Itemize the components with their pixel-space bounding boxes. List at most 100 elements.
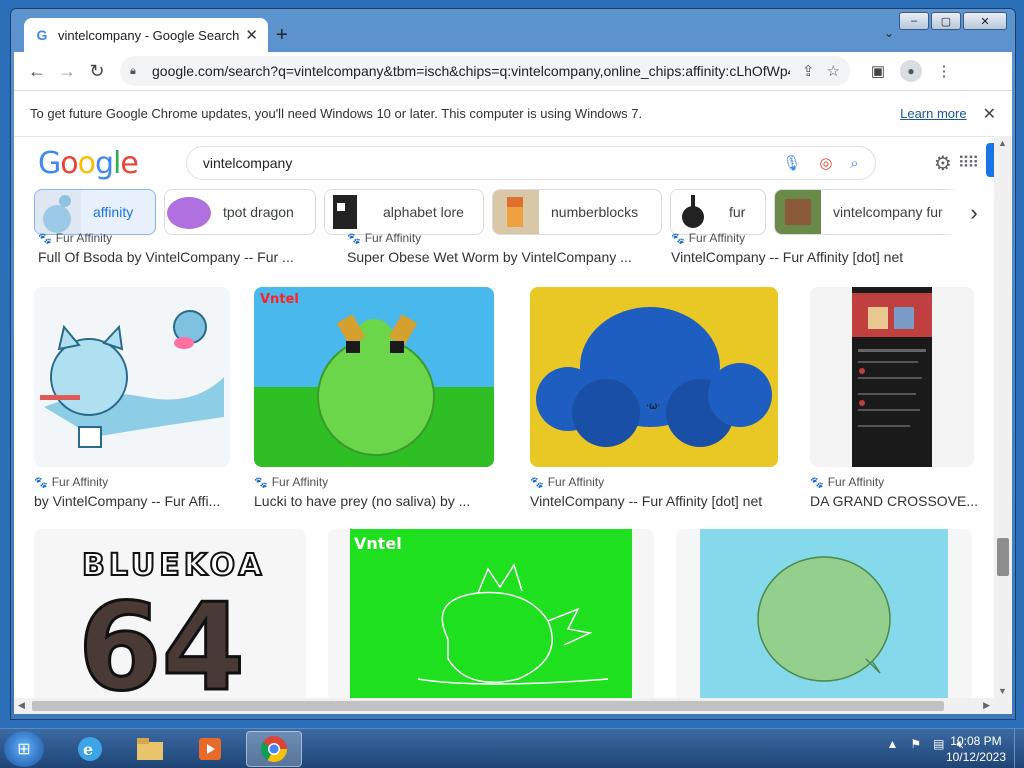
scroll-up-icon[interactable]: ▲: [998, 138, 1007, 148]
page-content: Google vintelcompany 🎙︎ ◎ ⌕ ⚙ ⠿⠿ affinit…: [14, 136, 994, 698]
close-tab-icon[interactable]: ✕: [245, 26, 258, 44]
google-logo[interactable]: Google: [38, 146, 139, 181]
tab-strip: G vintelcompany - Google Search ✕ + ⌄: [14, 8, 1012, 52]
menu-kebab-icon[interactable]: ⋮: [932, 59, 956, 83]
scroll-right-icon[interactable]: ▶: [983, 700, 990, 711]
filter-chips: affinity tpot dragon alphabet lore numbe…: [34, 189, 994, 237]
result-item[interactable]: 🐾 Fur Affinity VintelCompany -- Fur Affin…: [671, 231, 971, 265]
result-image[interactable]: [676, 529, 972, 698]
paw-icon: 🐾: [254, 476, 268, 489]
result-item[interactable]: BLUEKOA 64: [34, 529, 310, 698]
clock-date: 10/12/2023: [945, 750, 1006, 764]
vintel-logo: Vntel: [260, 292, 299, 307]
search-box[interactable]: vintelcompany 🎙︎ ◎ ⌕: [185, 146, 876, 180]
search-icon[interactable]: ⌕: [850, 155, 858, 172]
chip-alphabet-lore[interactable]: alphabet lore: [324, 189, 484, 235]
svg-text:·ω·: ·ω·: [646, 401, 661, 412]
result-item[interactable]: Vntel 🐾 Fur Affinity Lucki to have prey (…: [254, 287, 504, 509]
result-item[interactable]: 🐾 Fur Affinity Super Obese Wet Worm by Vi…: [347, 231, 647, 265]
scroll-left-icon[interactable]: ◀: [18, 700, 25, 711]
internet-explorer-icon[interactable]: e: [62, 731, 118, 767]
clock[interactable]: 10:08 PM 10/12/2023: [946, 733, 1006, 765]
result-source: 🐾 Fur Affinity: [671, 231, 746, 245]
result-caption[interactable]: Full Of Bsoda by VintelCompany -- Fur ..…: [38, 249, 328, 265]
microphone-icon[interactable]: 🎙︎: [782, 154, 801, 172]
paw-icon: 🐾: [810, 476, 824, 489]
lock-icon[interactable]: 🔒︎: [130, 65, 142, 77]
result-caption[interactable]: DA GRAND CROSSOVE...: [810, 493, 980, 509]
new-tab-button[interactable]: +: [276, 24, 288, 47]
profile-avatar[interactable]: ●: [900, 60, 922, 82]
result-image[interactable]: [34, 287, 230, 467]
result-caption[interactable]: VintelCompany -- Fur Affinity [dot] net: [671, 249, 971, 265]
chip-label: affinity: [93, 204, 134, 220]
clock-time: 10:08 PM: [950, 734, 1002, 748]
back-button[interactable]: ←: [22, 56, 52, 86]
bookmark-star-icon[interactable]: ☆: [827, 62, 840, 80]
paw-icon: 🐾: [671, 232, 685, 245]
google-header: Google vintelcompany 🎙︎ ◎ ⌕ ⚙ ⠿⠿: [14, 137, 994, 189]
learn-more-link[interactable]: Learn more: [900, 106, 966, 121]
paw-icon: 🐾: [38, 232, 52, 245]
horizontal-scrollbar[interactable]: ◀ ▶: [14, 698, 1012, 714]
start-button[interactable]: ⊞: [4, 731, 44, 767]
result-image[interactable]: Vntel: [254, 287, 494, 467]
vertical-scroll-thumb[interactable]: [997, 538, 1009, 576]
chip-label: vintelcompany fur: [833, 204, 943, 220]
tab-search-chevron-icon[interactable]: ⌄: [884, 26, 894, 40]
result-image[interactable]: BLUEKOA 64: [34, 529, 306, 698]
settings-gear-icon[interactable]: ⚙: [934, 151, 952, 176]
chip-thumbnail: [671, 190, 717, 234]
chip-tpot-dragon[interactable]: tpot dragon: [164, 189, 316, 235]
result-caption[interactable]: Super Obese Wet Worm by VintelCompany ..…: [347, 249, 647, 265]
chip-thumbnail: [493, 190, 539, 234]
result-item[interactable]: 🐾 Fur Affinity by VintelCompany -- Fur Af…: [34, 287, 234, 509]
result-caption[interactable]: by VintelCompany -- Fur Affi...: [34, 493, 234, 509]
side-panel-icon[interactable]: ▣: [866, 59, 890, 83]
tab-active[interactable]: G vintelcompany - Google Search ✕: [24, 18, 268, 52]
result-item[interactable]: Vntel: [328, 529, 658, 698]
forward-button[interactable]: →: [52, 56, 82, 86]
chip-numberblocks[interactable]: numberblocks: [492, 189, 662, 235]
network-icon[interactable]: ▤: [933, 737, 944, 752]
chrome-taskbar-icon[interactable]: [246, 731, 302, 767]
show-hidden-icons-icon[interactable]: ▲: [886, 737, 898, 752]
scroll-down-icon[interactable]: ▼: [998, 686, 1007, 696]
apps-grid-icon[interactable]: ⠿⠿: [958, 153, 979, 173]
result-image[interactable]: Vntel: [328, 529, 654, 698]
result-item[interactable]: ·ω· 🐾 Fur Affinity VintelCompany -- Fur A…: [530, 287, 790, 509]
result-item[interactable]: [676, 529, 976, 698]
action-center-flag-icon[interactable]: ⚑: [910, 737, 921, 752]
infobar-message: To get future Google Chrome updates, you…: [30, 106, 643, 121]
chip-vintelcompany-fur[interactable]: vintelcompany fur: [774, 189, 960, 235]
result-image[interactable]: ·ω·: [530, 287, 778, 467]
result-caption[interactable]: VintelCompany -- Fur Affinity [dot] net: [530, 493, 790, 509]
result-caption[interactable]: Lucki to have prey (no saliva) by ...: [254, 493, 504, 509]
horizontal-scroll-thumb[interactable]: [32, 701, 944, 711]
infobar-close-icon[interactable]: ✕: [983, 104, 996, 124]
chip-thumbnail: [35, 190, 81, 234]
vertical-scrollbar[interactable]: ▲ ▼: [994, 136, 1012, 698]
share-icon[interactable]: ⇪: [802, 62, 815, 80]
chip-label: fur: [729, 204, 746, 220]
chip-affinity[interactable]: affinity: [34, 189, 156, 235]
search-query[interactable]: vintelcompany: [203, 155, 764, 171]
address-bar[interactable]: 🔒︎ google.com/search?q=vintelcompany&tbm…: [120, 56, 850, 86]
chips-next-chevron-icon[interactable]: ›: [954, 189, 994, 237]
file-explorer-icon[interactable]: [122, 731, 178, 767]
chip-thumbnail: [775, 190, 821, 234]
update-infobar: To get future Google Chrome updates, you…: [14, 90, 1012, 136]
media-player-icon[interactable]: [182, 731, 238, 767]
result-source: 🐾 Fur Affinity: [254, 475, 329, 489]
reload-button[interactable]: ↻: [82, 56, 112, 86]
result-image[interactable]: [810, 287, 974, 467]
tab-title: vintelcompany - Google Search: [58, 27, 240, 43]
show-desktop-button[interactable]: [1014, 729, 1024, 768]
result-item[interactable]: 🐾 Fur Affinity DA GRAND CROSSOVE...: [810, 287, 980, 509]
sign-in-button[interactable]: [986, 143, 994, 177]
lens-camera-icon[interactable]: ◎: [819, 154, 832, 172]
result-source: 🐾 Fur Affinity: [530, 475, 605, 489]
chip-thumbnail: [325, 190, 371, 234]
result-item[interactable]: 🐾 Fur Affinity Full Of Bsoda by VintelCom…: [38, 231, 328, 265]
chip-fur[interactable]: fur: [670, 189, 766, 235]
